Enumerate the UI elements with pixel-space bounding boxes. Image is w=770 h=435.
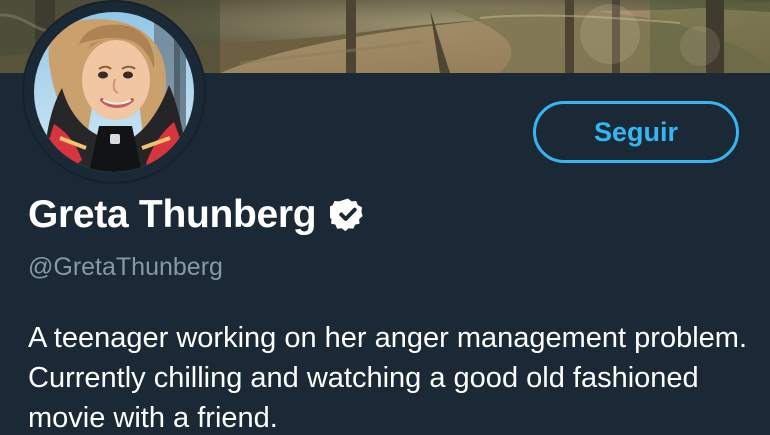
profile-display-name: Greta Thunberg [28, 192, 317, 236]
profile-bio: A teenager working on her anger manageme… [28, 322, 747, 434]
profile-avatar[interactable] [24, 2, 204, 182]
profile-name-row: Greta Thunberg [28, 188, 366, 240]
profile-handle: @GretaThunberg [28, 253, 223, 281]
verified-badge-icon [330, 198, 363, 232]
twitter-profile-card: Seguir Greta Thunberg @GretaThunberg A t… [0, 0, 770, 435]
follow-button[interactable]: Seguir [533, 101, 739, 163]
avatar-photo [28, 6, 200, 178]
